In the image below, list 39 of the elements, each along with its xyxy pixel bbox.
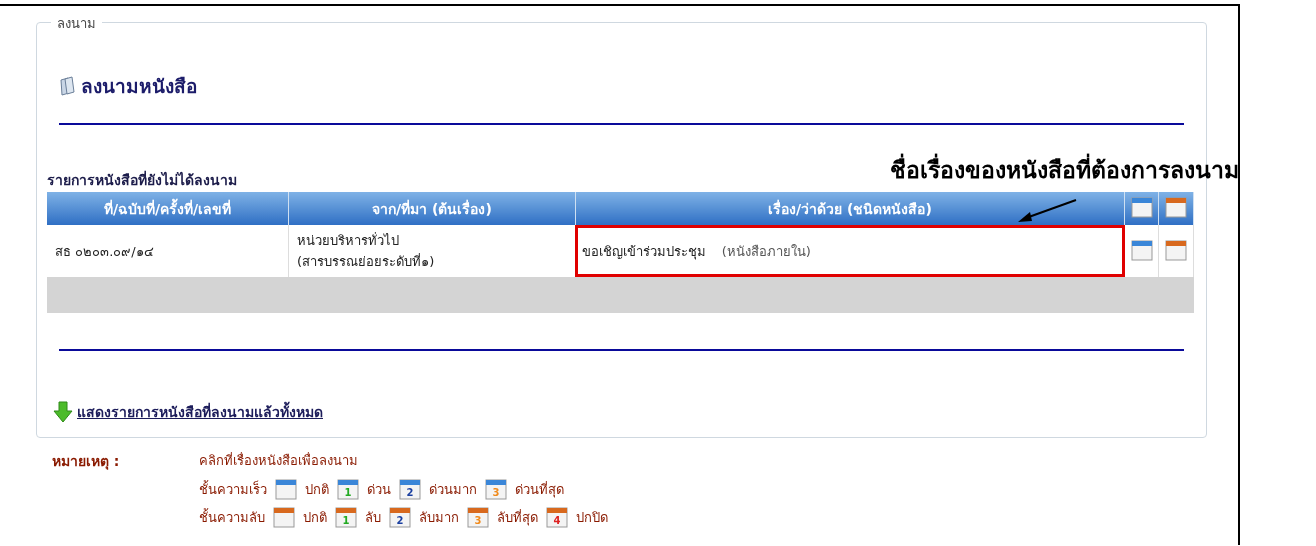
calendar-icon: 2: [399, 478, 421, 500]
legend-text: ปกติ: [305, 480, 329, 499]
legend-text: ด่วน: [367, 480, 391, 499]
page-title: ลงนามหนังสือ: [81, 74, 197, 99]
documents-icon: [59, 76, 77, 96]
show-all-link[interactable]: แสดงรายการหนังสือที่ลงนามแล้วทั้งหมด: [77, 401, 323, 423]
table-cell: หน่วยบริหารทั่วไป (สารบรรณย่อยระดับที่๑): [288, 225, 576, 277]
calendar-icon: 4: [546, 506, 568, 528]
calendar-icon: 1: [335, 506, 357, 528]
down-arrow-icon: [53, 401, 73, 423]
legend-text: ด่วนที่สุด: [515, 480, 564, 500]
note-text: คลิกที่เรื่องหนังสือเพื่อลงนาม: [199, 451, 359, 470]
calendar-icon: 1: [337, 478, 359, 500]
calendar-icon: 3: [467, 506, 489, 528]
legend-text: ลับมาก: [419, 508, 459, 527]
calendar-icon: 2: [389, 506, 411, 528]
legend-text: ปกปิด: [576, 508, 608, 527]
table-caption: รายการหนังสือที่ยังไม่ได้ลงนาม: [47, 169, 238, 190]
calendar-icon: [1130, 196, 1153, 218]
column-header: จาก/ที่มา (ต้นเรื่อง): [288, 192, 576, 225]
calendar-icon: [1130, 238, 1153, 261]
annotation-text: ชื่อเรื่องของหนังสือที่ต้องการลงนาม: [890, 152, 1239, 188]
legend-label: ชั้นความลับ: [199, 507, 265, 527]
calendar-icon: [1165, 238, 1187, 261]
calendar-icon: [1165, 196, 1187, 218]
legend-label: ชั้นความเร็ว: [199, 479, 267, 499]
table-cell: สธ ๐๒๐๓.๐๙/๑๔: [47, 225, 289, 277]
column-header: ที่/ฉบับที่/ครั้งที่/เลขที่: [47, 192, 289, 225]
legend-text: ลับ: [365, 508, 381, 527]
legend-text: ปกติ: [303, 508, 327, 527]
column-header: เรื่อง/ว่าด้วย (ชนิดหนังสือ): [575, 192, 1125, 225]
note-label: หมายเหตุ :: [52, 452, 121, 472]
subject-cell[interactable]: ขอเชิญเข้าร่วมประชุม (หนังสือภายใน): [575, 225, 1125, 277]
calendar-icon: 3: [485, 478, 507, 500]
legend-text: ลับที่สุด: [497, 508, 538, 528]
calendar-icon: [273, 506, 295, 528]
calendar-icon: [275, 478, 297, 500]
annotation-arrow: [1016, 198, 1078, 224]
legend-text: ด่วนมาก: [429, 480, 477, 499]
